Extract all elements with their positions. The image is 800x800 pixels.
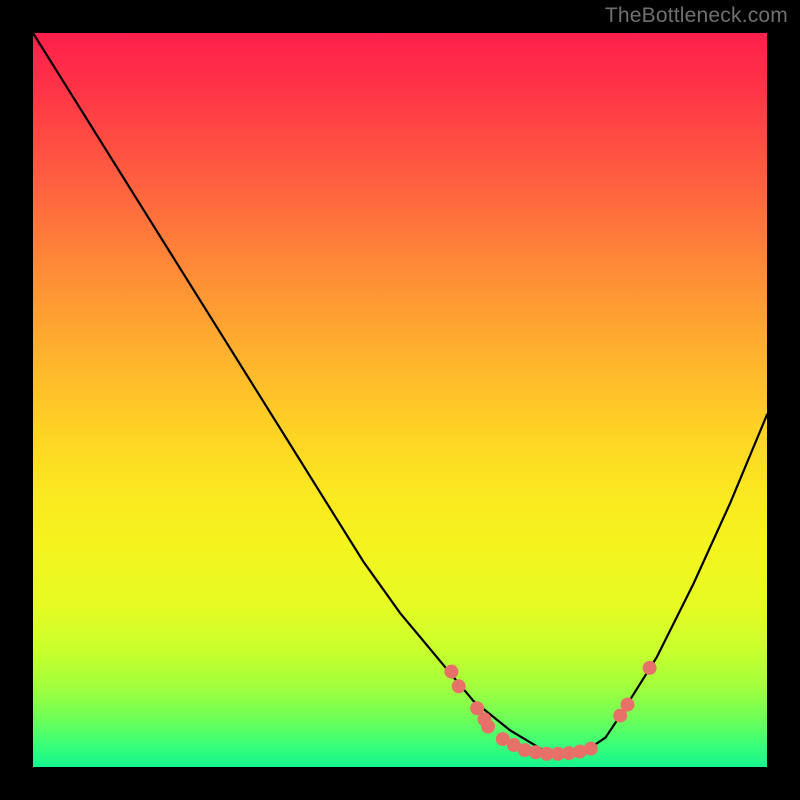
data-points <box>444 661 656 761</box>
data-point <box>444 665 458 679</box>
chart-frame: TheBottleneck.com <box>0 0 800 800</box>
plot-svg <box>33 33 767 767</box>
watermark-label: TheBottleneck.com <box>605 4 788 28</box>
data-point <box>621 698 635 712</box>
bottleneck-curve <box>33 33 767 754</box>
plot-area <box>33 33 767 767</box>
data-point <box>481 720 495 734</box>
data-point <box>643 661 657 675</box>
data-point <box>584 742 598 756</box>
data-point <box>452 679 466 693</box>
